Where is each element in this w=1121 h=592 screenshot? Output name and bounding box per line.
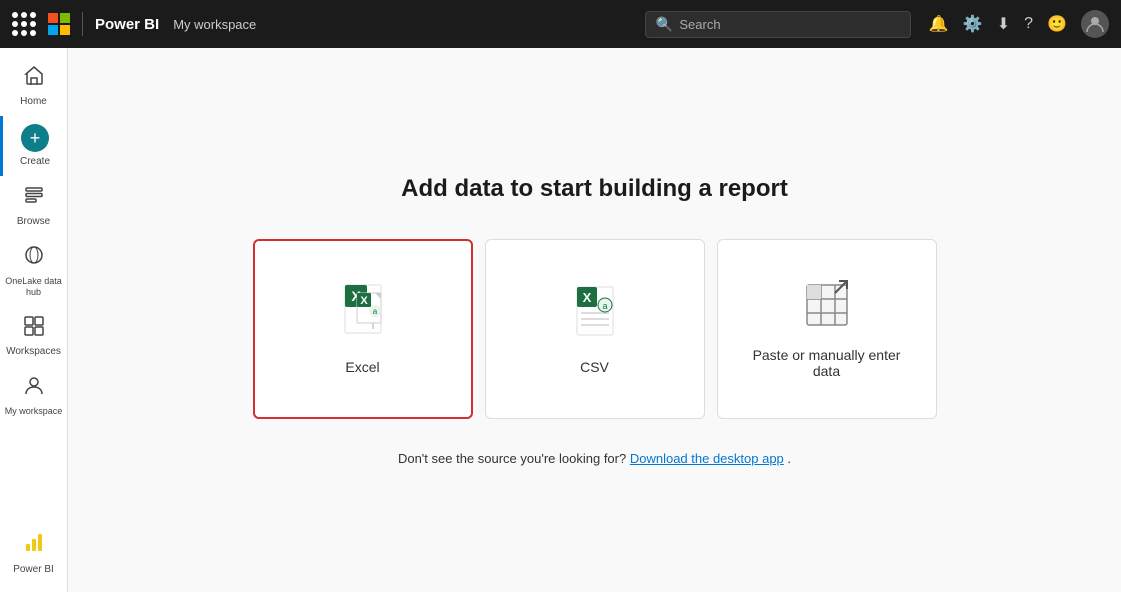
footer-link[interactable]: Download the desktop app	[630, 451, 784, 466]
footer-static: Don't see the source you're looking for?	[398, 451, 626, 466]
excel-icon: X X a	[337, 283, 389, 343]
notification-icon[interactable]: 🔔	[929, 14, 949, 34]
topnav-icons: 🔔 ⚙️ ⬇ ? 🙂	[929, 10, 1109, 38]
excel-card-label: Excel	[345, 359, 379, 375]
sidebar-item-create-label: Create	[20, 156, 50, 168]
smiley-icon[interactable]: 🙂	[1047, 14, 1067, 34]
workspace-name[interactable]: My workspace	[173, 17, 256, 32]
excel-card[interactable]: X X a Excel	[253, 239, 473, 419]
workspaces-icon	[23, 314, 45, 342]
footer-end: .	[787, 451, 791, 466]
sidebar-item-myworkspace[interactable]: My workspace	[0, 366, 67, 425]
microsoft-logo	[48, 13, 70, 35]
svg-text:a: a	[372, 307, 377, 316]
home-icon	[23, 64, 45, 92]
sidebar-item-powerbi[interactable]: Power BI	[0, 522, 67, 584]
myworkspace-icon	[23, 374, 45, 402]
app-name: Power BI	[95, 16, 159, 33]
svg-text:X: X	[582, 290, 591, 305]
powerbi-icon	[22, 530, 46, 560]
svg-text:X: X	[360, 295, 368, 307]
search-icon: 🔍	[656, 16, 673, 33]
onelake-icon	[23, 244, 45, 272]
topnav: Power BI My workspace 🔍 Search 🔔 ⚙️ ⬇ ? …	[0, 0, 1121, 48]
sidebar-item-workspaces-label: Workspaces	[6, 346, 61, 358]
nav-divider	[82, 12, 83, 36]
footer-text: Don't see the source you're looking for?…	[398, 451, 791, 466]
sidebar-item-powerbi-label: Power BI	[13, 564, 54, 576]
main-layout: Home + Create Browse OneLake data hub Wo…	[0, 48, 1121, 592]
sidebar-item-onelake[interactable]: OneLake data hub	[0, 236, 67, 306]
settings-icon[interactable]: ⚙️	[963, 14, 983, 34]
search-placeholder: Search	[679, 17, 720, 32]
sidebar-item-browse-label: Browse	[17, 216, 50, 228]
sidebar-item-workspaces[interactable]: Workspaces	[0, 306, 67, 366]
main-content: Add data to start building a report X	[68, 48, 1121, 592]
paste-icon	[801, 279, 853, 331]
sidebar-item-onelake-label: OneLake data hub	[4, 276, 63, 298]
csv-card-label: CSV	[580, 359, 609, 375]
sidebar-item-home[interactable]: Home	[0, 56, 67, 116]
sidebar-item-myworkspace-label: My workspace	[5, 406, 63, 417]
help-icon[interactable]: ?	[1024, 15, 1033, 33]
create-circle: +	[21, 124, 49, 152]
avatar[interactable]	[1081, 10, 1109, 38]
csv-card[interactable]: X a CSV	[485, 239, 705, 419]
waffle-menu[interactable]	[12, 12, 36, 36]
sidebar-item-create[interactable]: + Create	[0, 116, 67, 176]
browse-icon	[23, 184, 45, 212]
download-icon[interactable]: ⬇	[997, 14, 1010, 34]
paste-card-label: Paste or manually enter data	[753, 347, 901, 379]
csv-icon: X a	[569, 283, 621, 343]
cards-row: X X a Excel	[253, 239, 937, 419]
page-title: Add data to start building a report	[401, 175, 788, 203]
svg-text:a: a	[602, 301, 607, 311]
sidebar-item-home-label: Home	[20, 96, 47, 108]
search-box[interactable]: 🔍 Search	[645, 11, 911, 38]
sidebar: Home + Create Browse OneLake data hub Wo…	[0, 48, 68, 592]
sidebar-item-browse[interactable]: Browse	[0, 176, 67, 236]
paste-card[interactable]: Paste or manually enter data	[717, 239, 937, 419]
